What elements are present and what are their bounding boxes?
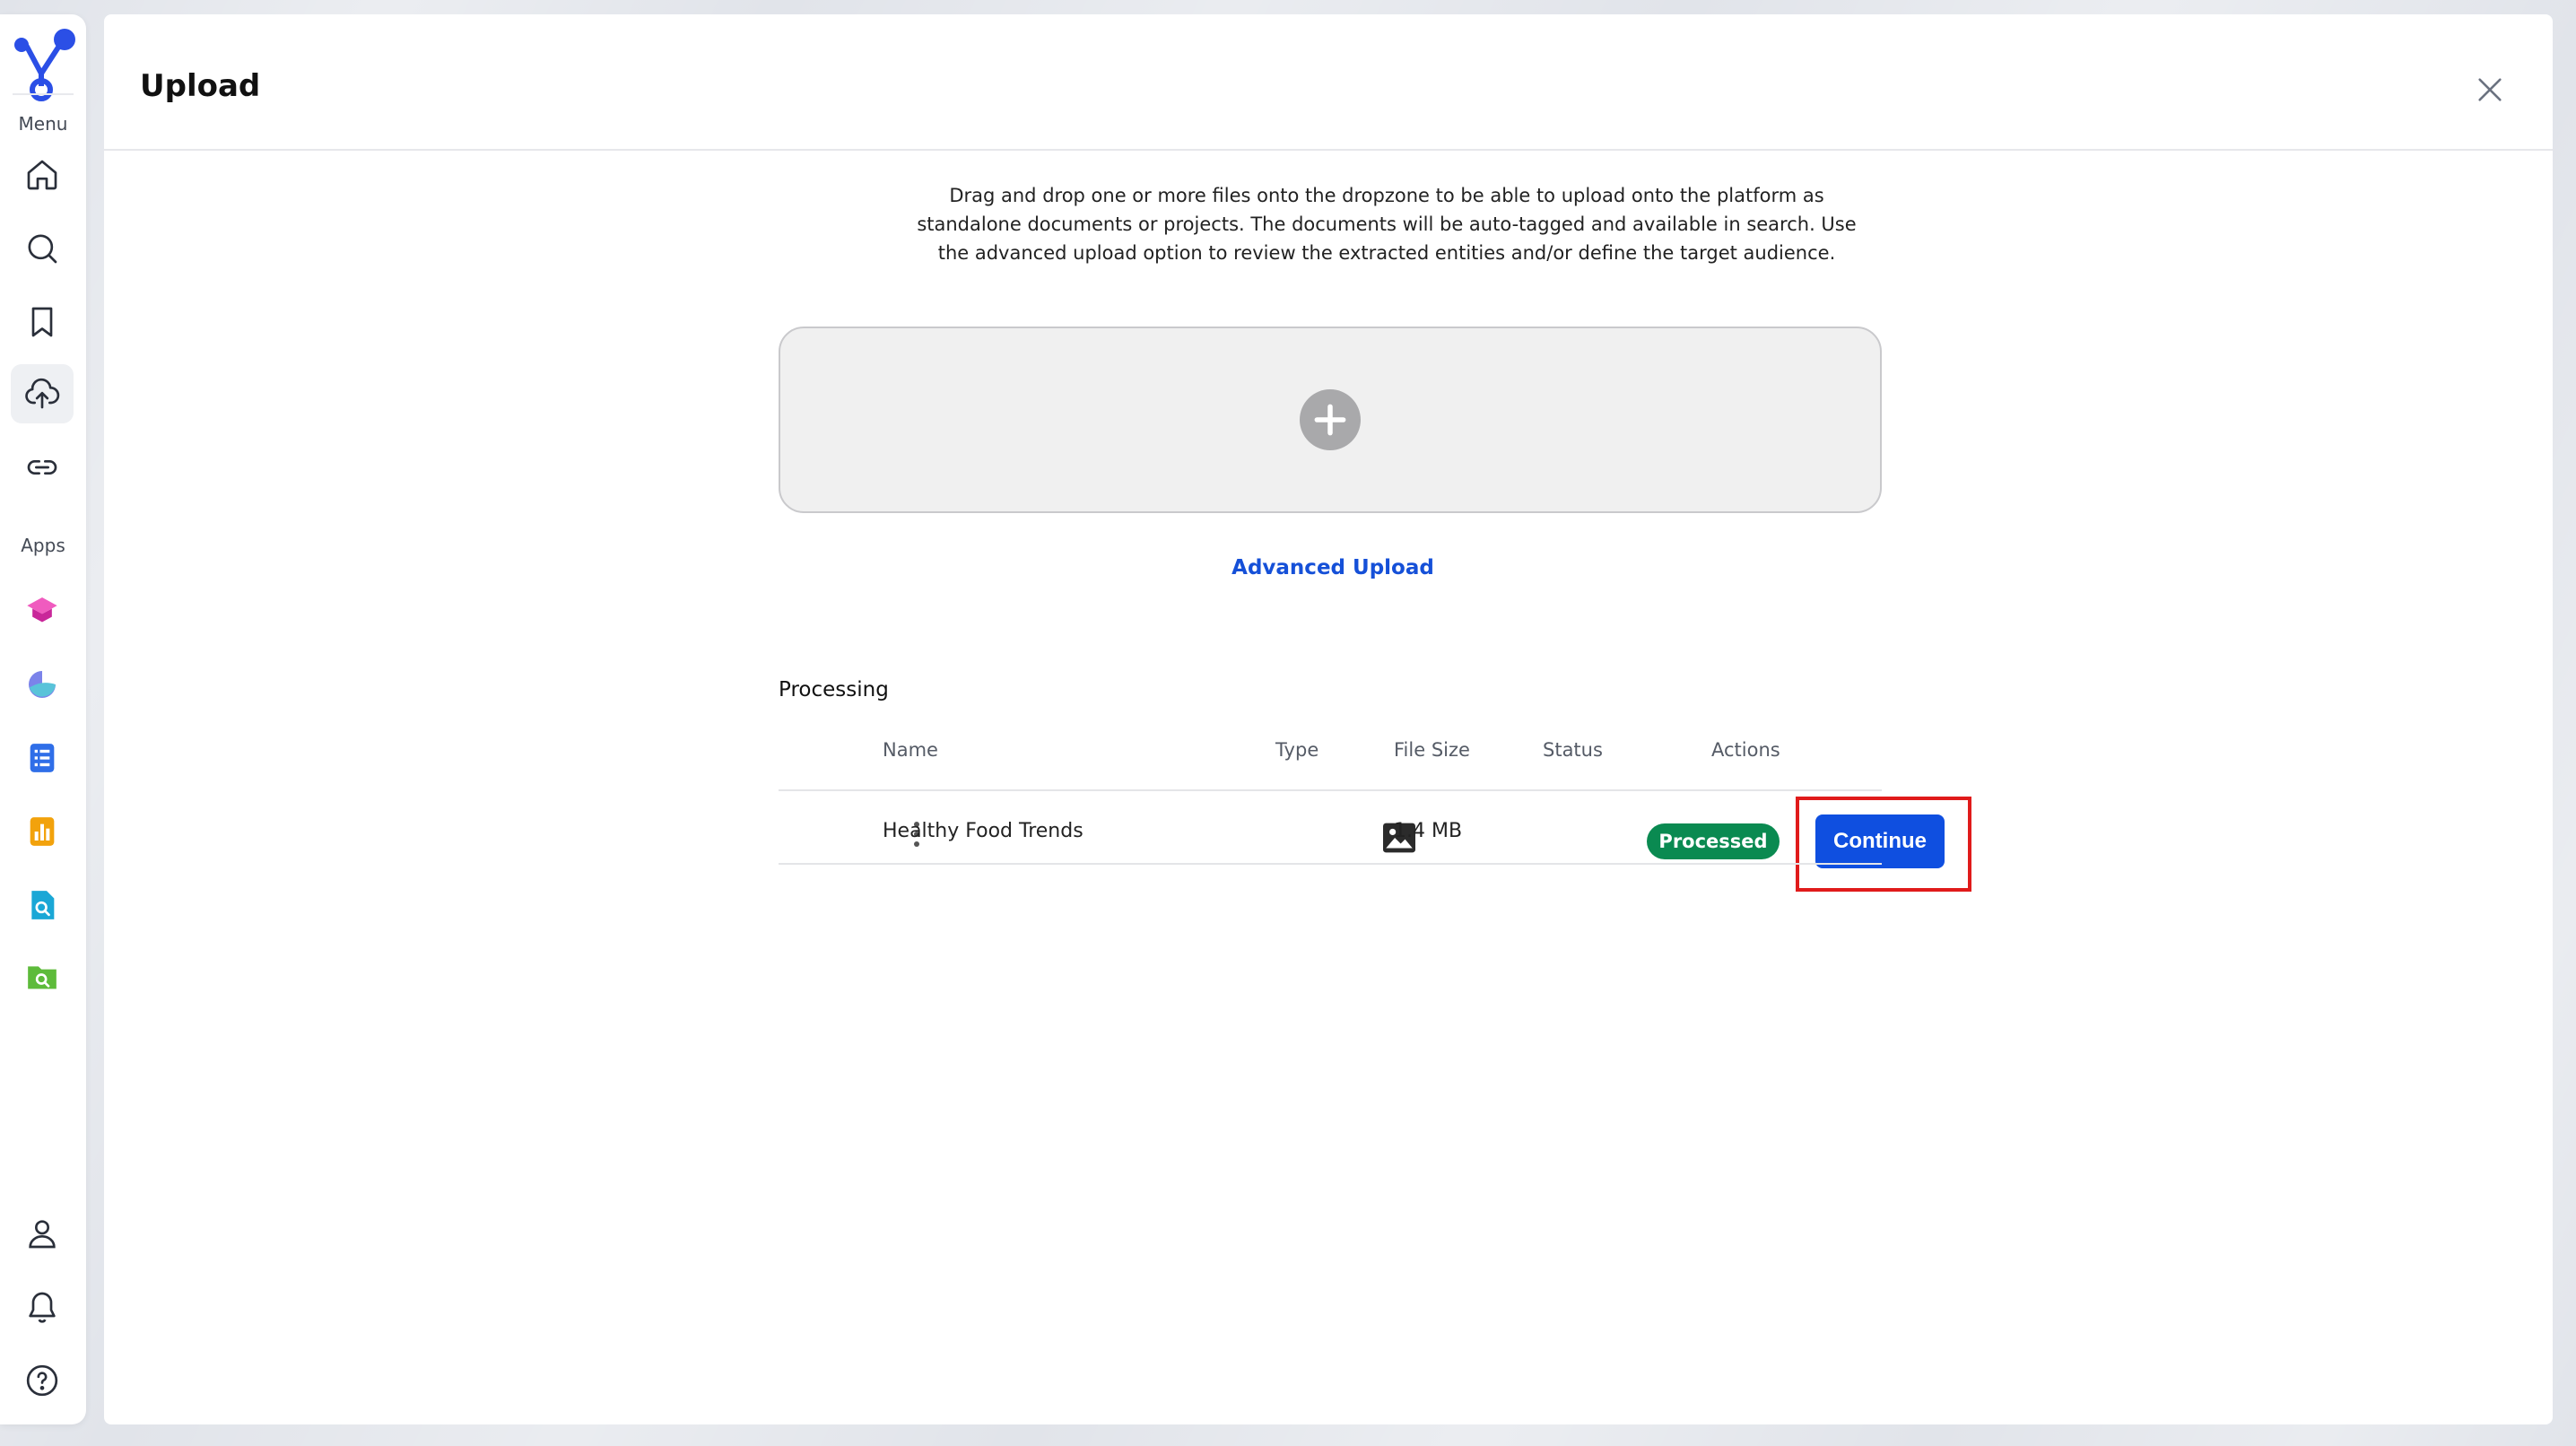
column-header-name[interactable]: Name bbox=[883, 739, 938, 761]
highlight-box bbox=[1796, 797, 1971, 892]
row-file-size: 1.4 MB bbox=[1394, 820, 1463, 842]
app-item-learning[interactable] bbox=[11, 581, 74, 640]
bell-icon bbox=[29, 1292, 56, 1323]
folder-search-icon bbox=[28, 966, 57, 989]
advanced-upload-link[interactable]: Advanced Upload bbox=[1073, 556, 1593, 579]
sidebar-item-profile[interactable] bbox=[11, 1204, 74, 1263]
help-icon bbox=[26, 1364, 58, 1397]
status-badge: Processed bbox=[1647, 823, 1780, 859]
menu-section-label: Menu bbox=[18, 113, 68, 135]
add-file-button[interactable] bbox=[1300, 389, 1361, 450]
close-icon bbox=[2478, 78, 2502, 101]
table-header-divider bbox=[779, 789, 1882, 791]
column-header-file-size[interactable]: File Size bbox=[1394, 739, 1470, 761]
sidebar-item-bookmarks[interactable] bbox=[11, 292, 74, 352]
home-icon bbox=[27, 160, 57, 190]
row-file-name: Healthy Food Trends bbox=[883, 820, 1083, 842]
column-header-actions: Actions bbox=[1711, 739, 1780, 761]
user-icon bbox=[29, 1220, 56, 1249]
column-header-type[interactable]: Type bbox=[1275, 739, 1318, 761]
brand-logo[interactable] bbox=[11, 27, 77, 102]
modal-header: Upload bbox=[104, 14, 2553, 151]
close-button[interactable] bbox=[2470, 70, 2510, 109]
upload-modal: Upload Drag and drop one or more files o… bbox=[104, 14, 2553, 1424]
bookmark-icon bbox=[31, 307, 53, 337]
sidebar-item-links[interactable] bbox=[11, 438, 74, 497]
file-search-icon bbox=[31, 891, 55, 919]
apps-section-label: Apps bbox=[21, 535, 65, 556]
column-header-status[interactable]: Status bbox=[1543, 739, 1603, 761]
processing-section-title: Processing bbox=[779, 678, 889, 701]
sidebar-item-upload[interactable] bbox=[11, 364, 74, 423]
dropzone[interactable] bbox=[779, 327, 1882, 513]
sidebar: Menu Apps bbox=[0, 14, 86, 1424]
app-item-folder-search[interactable] bbox=[11, 947, 74, 1006]
app-item-file-search[interactable] bbox=[11, 875, 74, 935]
search-icon bbox=[28, 234, 57, 264]
upload-cloud-icon bbox=[25, 378, 60, 409]
app-item-documents[interactable] bbox=[11, 728, 74, 788]
plus-icon bbox=[1314, 404, 1346, 436]
modal-title: Upload bbox=[140, 68, 261, 104]
link-icon bbox=[27, 460, 57, 475]
sidebar-divider bbox=[13, 93, 74, 95]
table-row-divider bbox=[779, 863, 1882, 865]
sidebar-item-notifications[interactable] bbox=[11, 1277, 74, 1337]
sidebar-item-help[interactable] bbox=[11, 1351, 74, 1410]
bar-chart-icon bbox=[30, 817, 55, 846]
pie-app-icon bbox=[29, 671, 56, 698]
app-item-charts[interactable] bbox=[11, 802, 74, 861]
upload-instructions: Drag and drop one or more files onto the… bbox=[917, 185, 1857, 264]
app-item-analytics[interactable] bbox=[11, 655, 74, 714]
sidebar-item-home[interactable] bbox=[11, 145, 74, 205]
sidebar-item-search[interactable] bbox=[11, 219, 74, 278]
document-list-icon bbox=[30, 744, 55, 772]
graduation-cap-icon bbox=[27, 597, 57, 623]
